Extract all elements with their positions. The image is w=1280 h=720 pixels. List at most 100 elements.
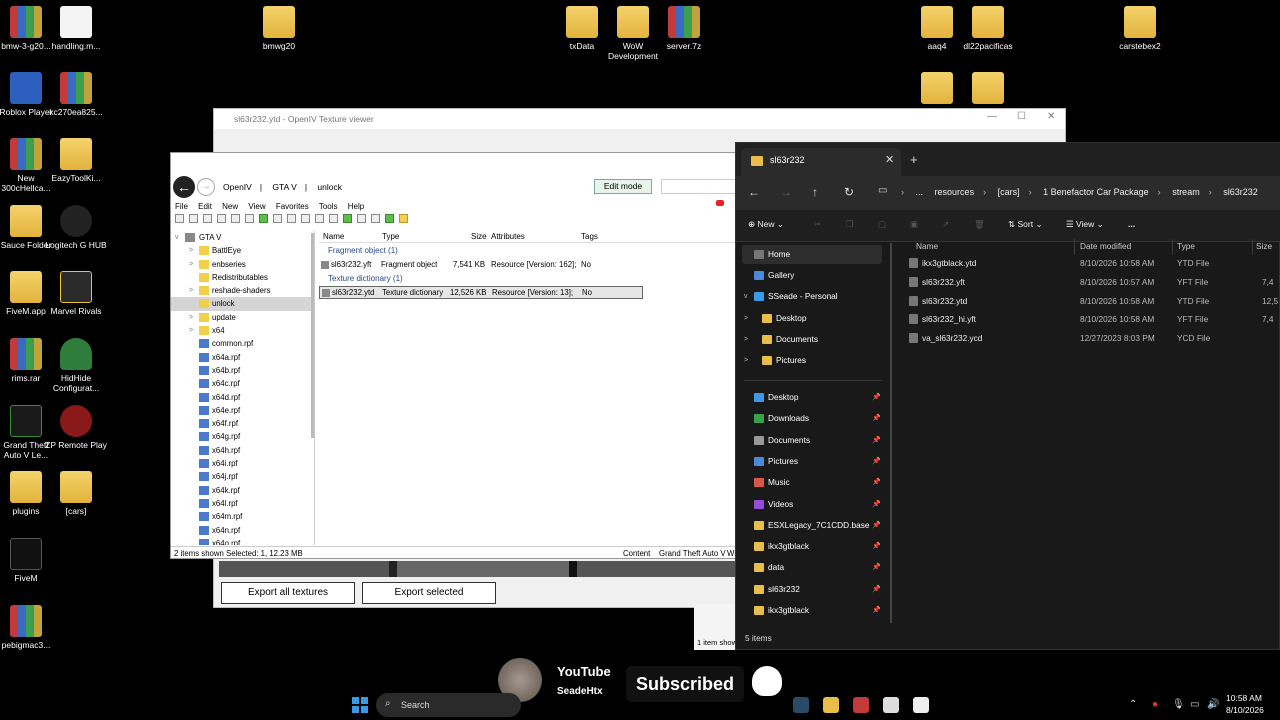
chevron-down-icon[interactable]: v [744,287,748,306]
tool-icon[interactable] [301,214,310,223]
desktop-icon-pebigmac[interactable]: pebigmac3... [0,605,58,650]
winrar-icon[interactable] [853,697,869,713]
desktop-icon-fivem[interactable]: FiveM [0,538,58,583]
file-row[interactable]: ikx3gtblack.ytd 8/10/2026 10:58 AM YTD Fil… [894,254,1280,272]
app-icon[interactable] [913,697,929,713]
chevron-down-icon[interactable]: v [175,231,179,244]
menu-view[interactable]: View [248,202,265,211]
export-icon[interactable] [245,214,254,223]
file-explorer-icon[interactable] [823,697,839,713]
up-arrow-icon[interactable]: ↑ [812,185,818,199]
sidebar-item[interactable]: > Documents [742,330,882,349]
back-arrow-icon[interactable]: ← [173,176,195,198]
tree-item[interactable]: x64o.rpf [171,537,314,545]
pin-icon[interactable]: 📌 [872,558,881,577]
tree-item[interactable]: x64m.rpf [171,510,314,523]
tree-item[interactable]: x64n.rpf [171,524,314,537]
tree-item[interactable]: x64f.rpf [171,417,314,430]
clock-time[interactable]: 10:58 AM [1226,693,1262,703]
column-attributes[interactable]: Attributes [491,232,525,241]
desktop-icon-dl22pacificas[interactable]: dl22pacificas [956,6,1020,51]
pin-icon[interactable]: 📌 [872,388,881,407]
tree-item[interactable]: x64j.rpf [171,470,314,483]
pin-icon[interactable]: 📌 [872,601,881,620]
close-tab-icon[interactable]: ✕ [885,153,894,166]
cut-icon[interactable] [231,214,240,223]
paste-icon[interactable]: ▢ [878,219,886,230]
new-tab-icon[interactable]: + [910,152,918,167]
export-all-textures-button[interactable]: Export all textures [221,582,355,604]
sidebar-item[interactable]: Home [742,245,882,264]
quick-access-item[interactable]: Downloads 📌 [742,409,882,428]
chevron-right-icon[interactable]: > [744,330,748,349]
new-icon[interactable] [175,214,184,223]
tree-item[interactable]: common.rpf [171,337,314,350]
file-row[interactable]: sl63r232.ytd 8/10/2026 10:58 AM YTD File 12… [894,292,1280,310]
tree-item[interactable]: > x64 [171,324,314,337]
column-tags[interactable]: Tags [581,232,598,241]
tree-item[interactable]: unlock [171,297,314,311]
quick-access-item[interactable]: Music 📌 [742,473,882,492]
start-menu-icon[interactable] [352,697,368,713]
menu-help[interactable]: Help [348,202,364,211]
pin-icon[interactable]: 📌 [872,516,881,535]
tree-item[interactable]: > reshade-shaders [171,284,314,297]
tool-icon[interactable] [357,214,366,223]
quick-access-item[interactable]: data 📌 [742,558,882,577]
breadcrumb-overflow[interactable]: ... [916,187,924,197]
quick-access-item[interactable]: Desktop 📌 [742,388,882,407]
forward-arrow-icon[interactable]: → [780,185,792,199]
paste-icon[interactable] [217,214,226,223]
desktop-icon-marvel-rivals[interactable]: Marvel Rivals [44,271,108,316]
microphone-icon[interactable]: 🎙 [1172,699,1185,710]
pin-icon[interactable]: 📌 [872,537,881,556]
tree-item[interactable]: x64h.rpf [171,444,314,457]
desktop-icon-hidhide[interactable]: HidHide Configurat... [44,338,108,393]
column-type[interactable]: Type [382,232,399,241]
sidebar-item[interactable]: > Pictures [742,351,882,370]
sidebar-scrollbar[interactable] [890,243,892,623]
tree-item[interactable]: x64g.rpf [171,430,314,443]
volume-icon[interactable]: 🔊 [1207,699,1219,710]
quick-access-item[interactable]: Documents 📌 [742,431,882,450]
refresh-icon[interactable] [343,214,352,223]
menu-file[interactable]: File [175,202,188,211]
menu-tools[interactable]: Tools [319,202,338,211]
column-name[interactable]: Name [323,232,344,241]
tree-item[interactable]: v GTA V [171,231,314,244]
chevron-right-icon[interactable]: > [189,284,193,297]
breadcrumb-cars[interactable]: [cars] [998,187,1020,197]
breadcrumb-gta-v[interactable]: GTA V [272,182,296,192]
steam-icon[interactable] [793,697,809,713]
desktop-icon-kc270ea825[interactable]: kc270ea825... [44,72,108,117]
breadcrumb-benefactor[interactable]: 1 Benefactor Car Package [1043,187,1149,197]
save-icon[interactable] [273,214,282,223]
sidebar-item[interactable]: v SSeade - Personal [742,287,882,306]
delete-icon[interactable]: 🗑 [974,219,985,230]
tree-item[interactable]: x64a.rpf [171,351,314,364]
minimize-icon[interactable]: — [987,111,997,122]
chevron-right-icon[interactable]: > [189,311,193,324]
tree-scrollbar[interactable] [311,233,314,438]
taskbar-search[interactable]: ⌕ Search [376,693,521,717]
forward-arrow-icon[interactable]: → [197,178,215,196]
openiv-search-input[interactable] [661,179,741,194]
column-name[interactable]: Name [916,241,938,251]
status-game[interactable]: Grand Theft Auto V [659,547,726,560]
chevron-right-icon[interactable]: > [189,244,193,257]
desktop-icon-server-7z[interactable]: server.7z [652,6,716,51]
maximize-icon[interactable]: ☐ [1017,111,1026,122]
file-row[interactable]: va_sl63r232.ycd 12/27/2023 8:03 PM YCD Fil… [894,329,1280,347]
column-date-modified[interactable]: Date modified [1080,241,1131,251]
quick-access-item[interactable]: ikx3gtblack 📌 [742,537,882,556]
tool-icon[interactable] [315,214,324,223]
desktop-icon-carstebex2[interactable]: carstebex2 [1108,6,1172,51]
add-icon[interactable] [385,214,394,223]
quick-access-item[interactable]: Videos 📌 [742,495,882,514]
breadcrumb-resources[interactable]: resources [935,187,975,197]
tree-item[interactable]: Redistributables [171,271,314,284]
chevron-right-icon[interactable]: > [189,324,193,337]
quick-access-item[interactable]: ESXLegacy_7C1CDD.base 📌 [742,516,882,535]
quick-access-item[interactable]: Pictures 📌 [742,452,882,471]
explorer-tab[interactable]: sl63r232 ✕ [741,148,901,176]
